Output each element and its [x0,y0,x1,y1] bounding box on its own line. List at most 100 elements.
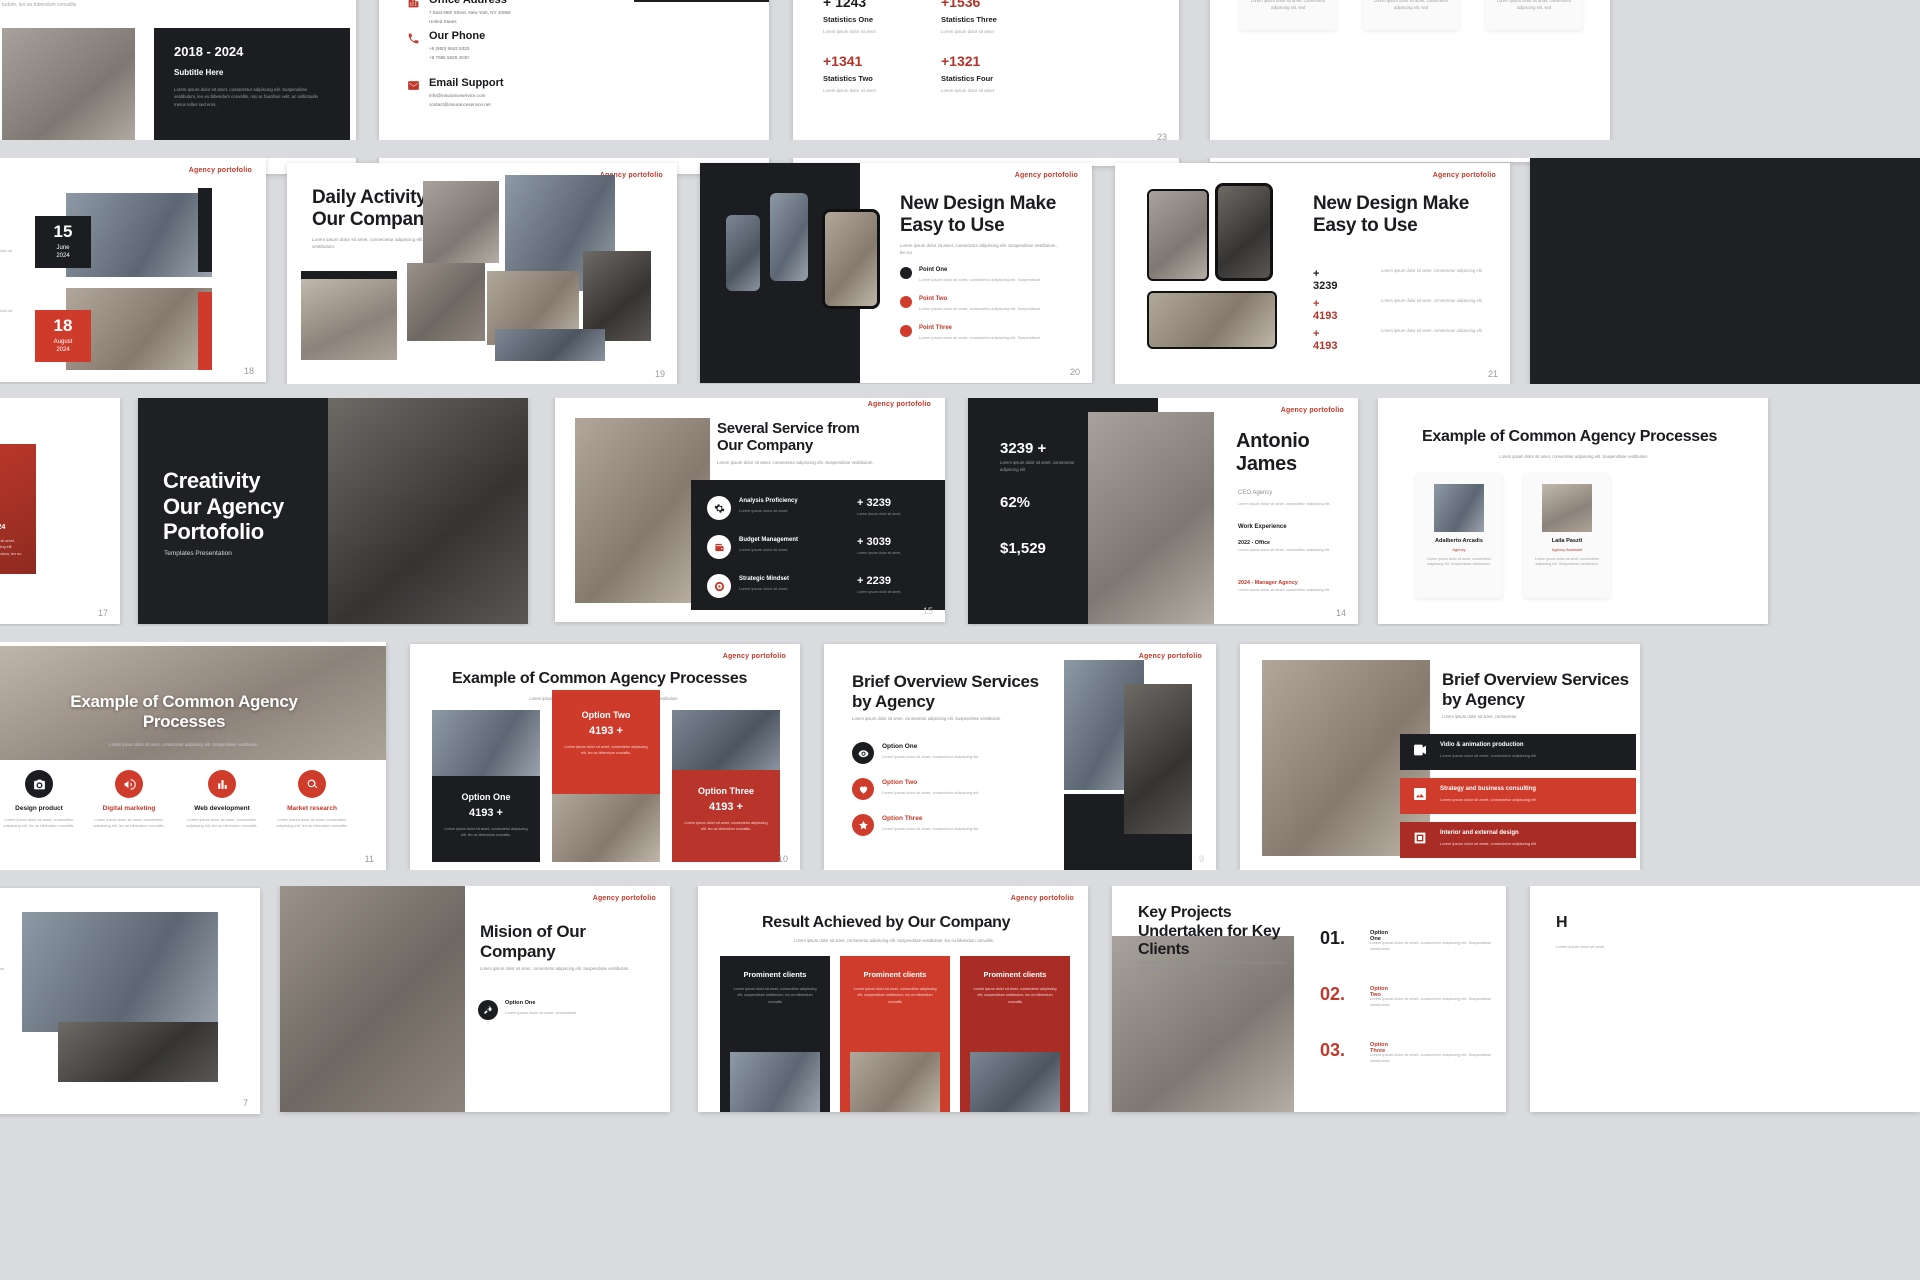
date-chip-2[interactable]: 18 August 2024 [35,310,91,362]
camera-icon [33,779,45,789]
client-card-1[interactable]: Prominent clients Lorem ipsum dolor sit … [840,956,950,1112]
stat-0-value: + 1243 [823,0,867,10]
cover-title: Creativity Our Agency Portofolio [163,468,284,545]
rocket-icon [484,1005,492,1014]
stat-0: + 1243 Statistics One Lorem ipsum dolor … [823,0,928,35]
point-1-label: Point Two [919,296,948,302]
client-card-2[interactable]: Prominent clients Lorem ipsum dolor sit … [960,956,1070,1112]
service-bar-0[interactable]: Vidio & animation production Lorem ipsum… [1400,734,1636,770]
slide-thumbnail-22[interactable]: 353025 201510 50 Data One Lorem ipsum do… [1210,0,1610,162]
date-chip-1-month: June [56,245,70,251]
slide-11-body: Lorem ipsum dolor sit amet, consectetur … [109,742,259,747]
person-card-1-name: Laila Paszti [1551,538,1583,544]
process-icon-bg-1 [115,770,143,798]
service-1-name: Budget Management [739,537,799,543]
option-card-2[interactable]: Option Three 4193 + Lorem ipsum dolor si… [672,710,780,862]
slide-thumbnail-20[interactable]: Agency portofolio New Design Make Easy t… [700,163,1092,383]
contact-line-email-2: contact@insuranceservice.net [429,102,491,107]
service-0-name: Analysis Proficiency [739,498,798,504]
slide-thumbnail-9[interactable]: Agency portofolio Brief Overview Service… [824,644,1216,870]
service-bar-2[interactable]: Interior and external design Lorem ipsum… [1400,822,1636,858]
process-0-label: Design product [15,805,63,812]
slide-2-dark-panel: 2018 - 2024 Subtitle Here Lorem ipsum do… [154,28,350,148]
service-bar-2-label: Interior and external design [1440,830,1519,836]
option-card-0[interactable]: Option One 4193 + Lorem ipsum dolor sit … [432,710,540,862]
option-2-note: Lorem ipsum dolor sit amet, consectetur … [684,821,768,832]
slide-14-page-number: 14 [1335,608,1346,618]
slide-15-body: Lorem ipsum dolor sit amet, consectetur … [717,460,874,465]
gutter-2 [0,384,1920,398]
slide-thumbnail-3[interactable]: H Lorem ipsum dolor sit amet, [1530,886,1920,1112]
option-card-1[interactable]: Option Two 4193 + Lorem ipsum dolor sit … [552,690,660,862]
mission-icon-bg-0 [478,1000,498,1020]
slide-thumbnail-6[interactable]: Agency portofolio Mision of Our Company … [280,886,670,1112]
slide-thumbnail-5[interactable]: Agency portofolio Result Achieved by Our… [698,886,1088,1112]
stat-2: +1341 Statistics Two Lorem ipsum dolor s… [823,53,928,94]
process-0[interactable]: Design product Lorem ipsum dolor sit ame… [0,770,78,828]
data-card-2[interactable]: Data Three Lorem ipsum dolor sit amet, c… [1486,0,1582,30]
person-card-1[interactable]: Laila Paszti Agency Assistant Lorem ipsu… [1524,474,1610,598]
photo-19-e [583,251,651,341]
gutter-3 [0,626,1920,642]
date-chip-1[interactable]: 15 June 2024 [35,216,91,268]
slide-thumbnail-7[interactable]: Lorem ipsum dolor sit amet, 7 [0,888,260,1114]
photo-21-b [1215,183,1273,281]
service-bar-1[interactable]: Strategy and business consulting Lorem i… [1400,778,1636,814]
person-name: Antonio James [1236,430,1310,476]
slide-thumbnail-19[interactable]: Agency portofolio Daily Activity Our Com… [287,163,677,385]
contact-item-phone[interactable]: Our Phone +8 (950) 5843 5333 +8 7685 562… [407,30,485,60]
slide-thumbnail-row1-edge[interactable] [1530,158,1920,384]
person-card-0[interactable]: Adalberto Arcadis Agency Lorem ipsum dol… [1416,474,1502,598]
megaphone-icon [124,778,136,790]
slide-thumbnail-13[interactable]: Example of Common Agency Processes Lorem… [1378,398,1768,624]
service-2-note: Lorem ipsum dolor sit amet, [739,586,789,591]
slide-18-left-note-1: Lorem ipsum dolor sit amet, [0,248,13,253]
point-2-note: Lorem ipsum dolor sit amet, consectetur … [919,335,1041,340]
service-icon-bg-1 [707,535,731,559]
slide-thumbnail-cover[interactable]: Creativity Our Agency Portofolio Templat… [138,398,528,624]
stat-1-note: Lorem ipsum dolor sit amet [941,29,994,34]
slide-thumbnail-18[interactable]: Agency portofolio 15 June 2024 18 August… [0,158,266,382]
slide-thumbnail-8[interactable]: Brief Overview Services by Agency Lorem … [1240,644,1640,870]
person-card-1-role: Agency Assistant [1551,547,1583,552]
stat-0-label: Statistics One [823,15,874,24]
service-bar-0-label: Vidio & animation production [1440,742,1524,748]
photo-21-a [1147,189,1209,281]
person-photo-0 [1434,484,1484,532]
service-0-value: + 3239 [857,497,891,509]
client-0-note: Lorem ipsum dolor sit amet, consectetur … [733,987,817,1004]
slide-thumbnail-17[interactable]: 2023 - 2024 Lorem ipsum dolor sit amet, … [0,398,120,624]
stat-3-label: Statistics Four [941,74,994,83]
process-2-note: Lorem ipsum dolor sit amet, consectetur … [186,817,258,828]
option-1-value: 4193 + [589,725,623,737]
contact-item-address[interactable]: Office Address 7 East 68th Street, New Y… [407,0,511,24]
contact-item-email[interactable]: Email Support info@insuranceservice.com … [407,77,504,107]
process-3[interactable]: Market research Lorem ipsum dolor sit am… [273,770,351,828]
slide-gallery[interactable]: tudum, leo eu bibendum convallis 2018 - … [0,0,1920,1280]
process-2[interactable]: Web development Lorem ipsum dolor sit am… [183,770,261,828]
slide-6-photo [280,886,465,1112]
data-card-0[interactable]: Data One Lorem ipsum dolor sit amet, con… [1240,0,1336,30]
data-card-1[interactable]: Data Two Lorem ipsum dolor sit amet, con… [1363,0,1459,30]
client-card-0[interactable]: Prominent clients Lorem ipsum dolor sit … [720,956,830,1112]
slide-10-tagline: Agency portofolio [722,653,786,660]
person-bio: Lorem ipsum dolor sit amet, consectetur … [1238,502,1331,506]
service-bar-1-label: Strategy and business consulting [1440,786,1537,792]
slide-17-page-number: 17 [97,608,108,618]
slide-thumbnail-4[interactable]: Key Projects Undertaken for Key Clients … [1112,886,1506,1112]
service-1-note: Lorem ipsum dolor sit amet, [739,547,789,552]
date-chip-1-year: 2024 [56,253,70,259]
slide-thumbnail-21[interactable]: Agency portofolio New Design Make Easy t… [1115,163,1510,385]
slide-thumbnail-14[interactable]: 3239 + Lorem ipsum dolor sit amet, conse… [968,398,1358,624]
stat-3-note: Lorem ipsum dolor sit amet [941,88,994,93]
slide-21-title: New Design Make Easy to Use [1313,193,1469,237]
slide-thumbnail-15[interactable]: Agency portofolio Several Service from O… [555,392,945,622]
slide-10-title: Example of Common Agency Processes [452,670,748,687]
service-bar-0-note: Lorem ipsum dolor sit amet, consectetur … [1440,753,1537,758]
photo-19-c [407,263,485,341]
process-1[interactable]: Digital marketing Lorem ipsum dolor sit … [90,770,168,828]
point-0-label: Point One [919,267,948,273]
slide-2-years: 2018 - 2024 [174,44,244,59]
slide-thumbnail-11[interactable]: Example of Common Agency Processes Lorem… [0,642,386,870]
slide-thumbnail-10[interactable]: Agency portofolio Example of Common Agen… [410,644,800,870]
